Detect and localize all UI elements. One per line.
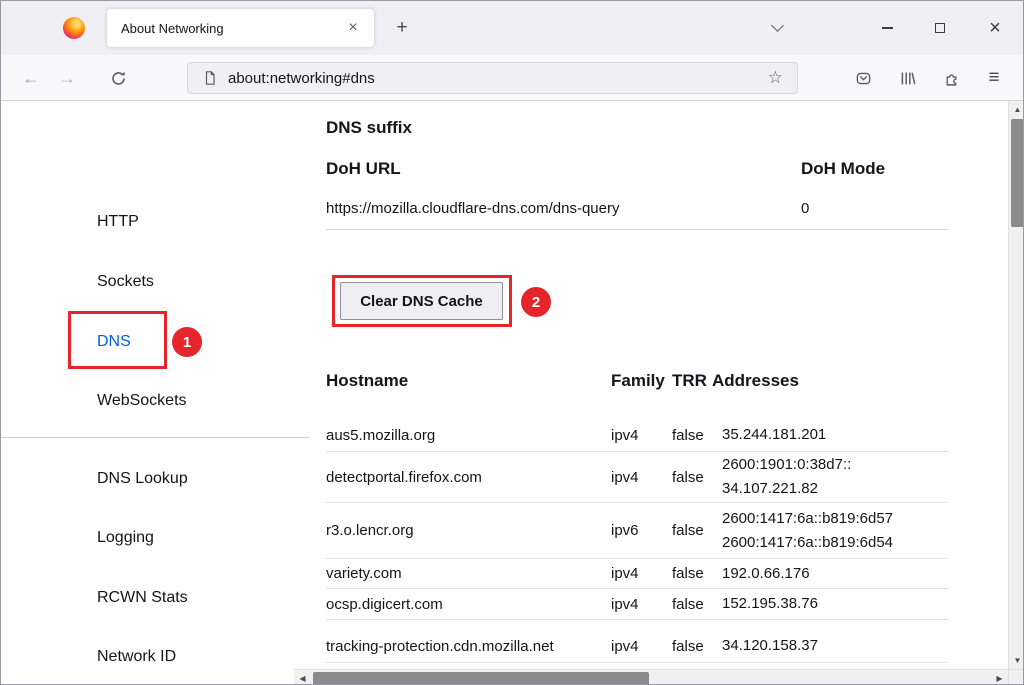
trr-cell: false (672, 565, 712, 582)
trr-cell: false (672, 427, 712, 444)
vertical-scrollbar-thumb[interactable] (1011, 119, 1024, 227)
family-cell: ipv4 (611, 565, 672, 582)
maximize-icon (935, 23, 945, 33)
extensions-icon[interactable] (937, 64, 965, 92)
bookmark-star-icon[interactable]: ☆ (764, 68, 787, 88)
menu-icon[interactable]: ≡ (980, 64, 1008, 92)
sidebar-item-sockets[interactable]: Sockets (97, 271, 154, 293)
library-icon[interactable] (893, 64, 921, 92)
tab-about-networking[interactable]: About Networking × (107, 9, 374, 47)
annotation-box-dns (68, 311, 167, 369)
horizontal-scrollbar-thumb[interactable] (313, 672, 649, 685)
sidebar-item-http[interactable]: HTTP (97, 211, 139, 233)
addresses-cell: 34.120.158.37 (712, 634, 948, 658)
scrollbar-corner (1008, 669, 1024, 685)
sidebar-divider (1, 437, 309, 438)
tab-list-chevron-icon[interactable] (771, 19, 784, 32)
annotation-step-2: 2 (521, 287, 551, 317)
doh-url-label: DoH URL (326, 159, 401, 179)
forward-button[interactable]: → (53, 64, 81, 92)
family-cell: ipv4 (611, 638, 672, 655)
hostname-cell: variety.com (326, 565, 611, 582)
table-row: detectportal.firefox.com ipv4 false 2600… (326, 452, 948, 503)
new-tab-button[interactable]: + (389, 15, 415, 41)
back-button[interactable]: ← (17, 64, 45, 92)
trr-cell: false (672, 596, 712, 613)
page-icon (202, 70, 218, 86)
doh-url-value: https://mozilla.cloudflare-dns.com/dns-q… (326, 200, 619, 217)
page-content: HTTP Sockets DNS WebSockets DNS Lookup L… (1, 101, 1024, 685)
annotation-box-clear-button (332, 275, 512, 327)
addresses-cell: 2600:1901:0:38d7::34.107.221.82 (712, 453, 948, 501)
sidebar-item-network-id[interactable]: Network ID (97, 646, 176, 668)
horizontal-scrollbar[interactable]: ◀ ▶ (294, 669, 1008, 685)
tab-close-icon[interactable]: × (342, 17, 364, 39)
sidebar-item-rcwn-stats[interactable]: RCWN Stats (97, 587, 188, 609)
minimize-icon (882, 27, 893, 29)
addresses-cell: 192.0.66.176 (712, 562, 948, 586)
reload-button[interactable] (104, 64, 132, 92)
url-bar[interactable]: about:networking#dns ☆ (187, 62, 798, 94)
tab-title: About Networking (121, 21, 342, 36)
sidebar-item-websockets[interactable]: WebSockets (97, 390, 187, 412)
vertical-scrollbar[interactable]: ▲ ▼ (1008, 101, 1024, 669)
addresses-cell: 152.195.38.76 (712, 592, 948, 616)
minimize-button[interactable] (872, 14, 902, 42)
scroll-down-icon[interactable]: ▼ (1009, 652, 1024, 669)
family-cell: ipv4 (611, 596, 672, 613)
scroll-left-icon[interactable]: ◀ (294, 670, 311, 685)
annotation-step-1: 1 (172, 327, 202, 357)
maximize-button[interactable] (925, 14, 955, 42)
firefox-logo-icon (63, 17, 85, 39)
hostname-cell: r3.o.lencr.org (326, 522, 611, 539)
sidebar-item-logging[interactable]: Logging (97, 527, 154, 549)
pocket-icon[interactable] (849, 64, 877, 92)
doh-mode-value: 0 (801, 200, 809, 217)
doh-mode-label: DoH Mode (801, 159, 885, 179)
addresses-cell: 2600:1417:6a::b819:6d572600:1417:6a::b81… (712, 507, 948, 555)
url-input[interactable]: about:networking#dns (228, 70, 764, 87)
dns-cache-table: aus5.mozilla.org ipv4 false 35.244.181.2… (326, 419, 948, 663)
hostname-cell: aus5.mozilla.org (326, 427, 611, 444)
table-header-trr: TRR (672, 371, 707, 391)
addresses-cell: 35.244.181.201 (712, 423, 948, 447)
trr-cell: false (672, 638, 712, 655)
table-row: tracking-protection.cdn.mozilla.net ipv4… (326, 620, 948, 663)
table-row: variety.com ipv4 false 192.0.66.176 (326, 559, 948, 589)
table-header-hostname: Hostname (326, 371, 408, 391)
trr-cell: false (672, 522, 712, 539)
table-row: aus5.mozilla.org ipv4 false 35.244.181.2… (326, 419, 948, 452)
table-row: ocsp.digicert.com ipv4 false 152.195.38.… (326, 589, 948, 620)
scroll-right-icon[interactable]: ▶ (991, 670, 1008, 685)
hostname-cell: detectportal.firefox.com (326, 469, 611, 486)
navigation-toolbar: ← → about:networking#dns ☆ ≡ (1, 55, 1023, 101)
dns-suffix-heading: DNS suffix (326, 118, 412, 138)
scroll-up-icon[interactable]: ▲ (1009, 101, 1024, 118)
hostname-cell: ocsp.digicert.com (326, 596, 611, 613)
table-header-addresses: Addresses (712, 371, 799, 391)
family-cell: ipv4 (611, 427, 672, 444)
family-cell: ipv6 (611, 522, 672, 539)
doh-row-divider (326, 229, 948, 230)
family-cell: ipv4 (611, 469, 672, 486)
table-row: r3.o.lencr.org ipv6 false 2600:1417:6a::… (326, 503, 948, 559)
tab-bar: About Networking × + × (1, 1, 1023, 55)
window-close-button[interactable]: × (980, 14, 1010, 42)
hostname-cell: tracking-protection.cdn.mozilla.net (326, 638, 611, 655)
trr-cell: false (672, 469, 712, 486)
sidebar-item-dns-lookup[interactable]: DNS Lookup (97, 468, 188, 490)
table-header-family: Family (611, 371, 665, 391)
browser-window: About Networking × + × ← → about:network… (0, 0, 1024, 685)
